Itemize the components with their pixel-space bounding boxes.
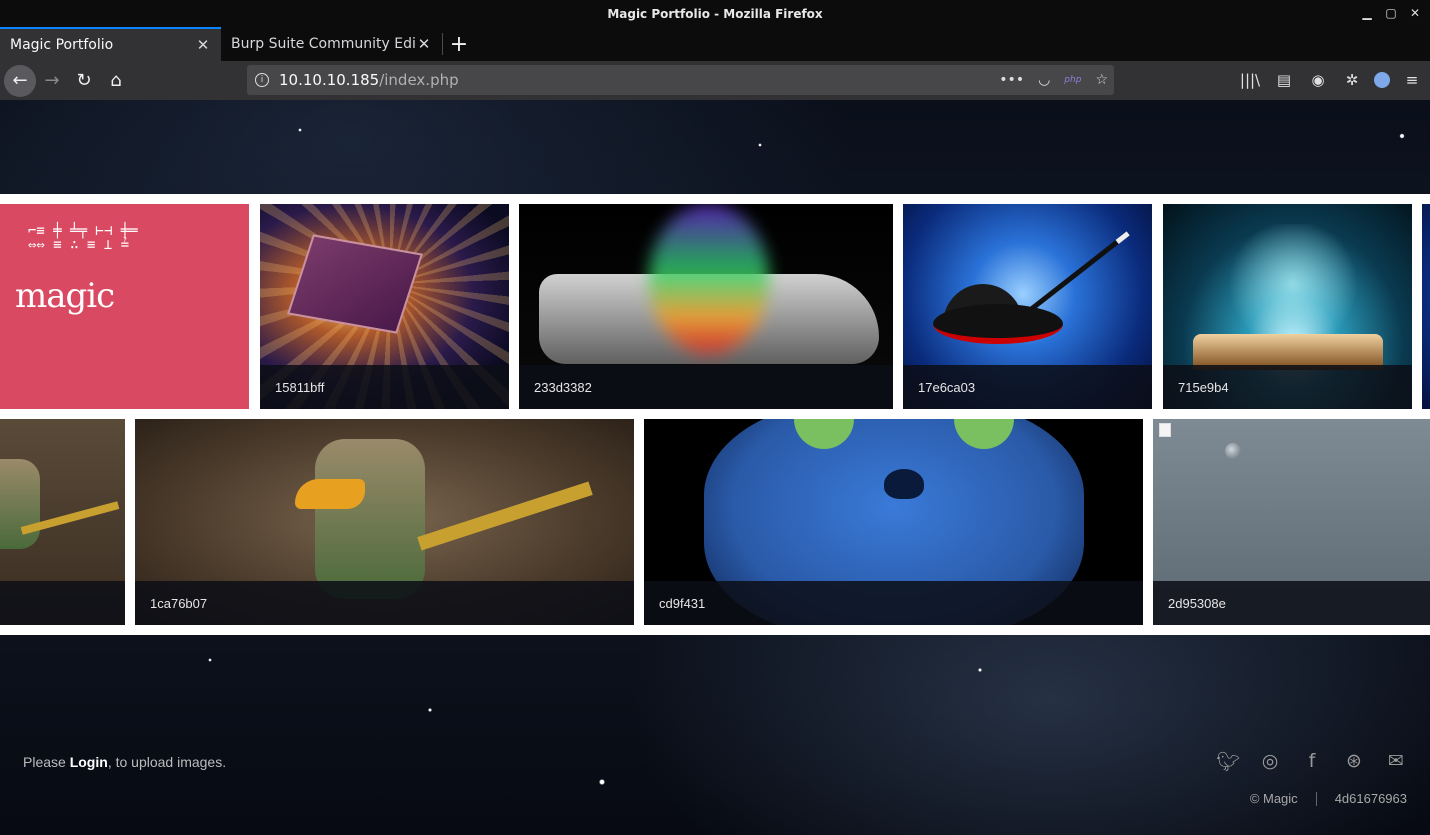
forward-arrow-icon[interactable]: → bbox=[36, 65, 68, 97]
twitter-icon[interactable]: 🐦︎ bbox=[1216, 750, 1240, 773]
tab-bar: Magic Portfolio ✕ Burp Suite Community E… bbox=[0, 27, 1430, 61]
new-tab-icon[interactable]: + bbox=[443, 27, 475, 61]
firefox-window: Magic Portfolio - Mozilla Firefox ▁ ▢ ✕ … bbox=[0, 0, 1430, 835]
login-link[interactable]: Login bbox=[70, 754, 108, 770]
facebook-icon[interactable]: f bbox=[1301, 750, 1323, 772]
gallery-tile[interactable]: 715e9b4 bbox=[1163, 204, 1412, 409]
gallery-tile[interactable]: cd9f431 bbox=[644, 419, 1143, 625]
gallery-tile[interactable]: 1ca76b07 bbox=[135, 419, 634, 625]
close-window-icon[interactable]: ✕ bbox=[1406, 4, 1424, 22]
tab-burp-suite[interactable]: Burp Suite Community Editi ✕ bbox=[221, 27, 442, 61]
copyright-bar: © Magic 4d61676963 bbox=[1250, 791, 1407, 806]
magic-wand-image bbox=[1016, 231, 1130, 322]
toolbar-extensions: |||\ ▤ ◉ ✲ ≡ bbox=[1238, 65, 1424, 95]
email-icon[interactable]: ✉ bbox=[1385, 750, 1407, 772]
tab-magic-portfolio[interactable]: Magic Portfolio ✕ bbox=[0, 27, 221, 61]
upload-prompt-prefix: Please bbox=[23, 754, 70, 770]
reload-icon[interactable]: ↻ bbox=[68, 65, 100, 97]
minimize-icon[interactable]: ▁ bbox=[1358, 4, 1376, 22]
dribbble-icon[interactable]: ⊛ bbox=[1343, 750, 1365, 772]
site-info-icon[interactable]: i bbox=[255, 73, 269, 87]
url-host: 10.10.10.185 bbox=[279, 71, 380, 89]
tab-label: Magic Portfolio bbox=[10, 37, 114, 53]
gallery-row-2: 1ca76b07 cd9f431 2d95308e bbox=[0, 409, 1430, 635]
page-actions-icon[interactable]: ••• bbox=[999, 72, 1024, 88]
cookie-icon[interactable]: ✲ bbox=[1340, 65, 1364, 95]
footer-divider bbox=[1315, 791, 1317, 806]
library-icon[interactable]: |||\ bbox=[1238, 65, 1262, 95]
tab-close-icon[interactable]: ✕ bbox=[416, 35, 432, 53]
tile-caption: 15811bff bbox=[260, 365, 509, 409]
url-actions: ••• ◡ php ☆ bbox=[999, 65, 1108, 95]
bookmark-star-icon[interactable]: ☆ bbox=[1095, 72, 1108, 88]
moon-image bbox=[1225, 443, 1241, 459]
menu-hamburger-icon[interactable]: ≡ bbox=[1400, 65, 1424, 95]
rainbow-smoke-image bbox=[649, 204, 769, 354]
tile-caption: 1ca76b07 bbox=[135, 581, 634, 625]
sidebar-icon[interactable]: ▤ bbox=[1272, 65, 1296, 95]
gallery-tile[interactable]: 233d3382 bbox=[519, 204, 893, 409]
navigation-toolbar: ← → ↻ ⌂ i 10.10.10.185 /index.php ••• ◡ … bbox=[0, 61, 1430, 100]
gallery-tile[interactable]: 2d95308e bbox=[1153, 419, 1430, 625]
magic-logo-text: magic bbox=[15, 276, 115, 316]
window-titlebar: Magic Portfolio - Mozilla Firefox ▁ ▢ ✕ bbox=[0, 0, 1430, 27]
steampunk-duck-image bbox=[0, 459, 40, 549]
steampunk-duck-image bbox=[315, 439, 425, 599]
php-extension-icon[interactable]: php bbox=[1064, 75, 1081, 85]
back-arrow-icon[interactable]: ← bbox=[4, 64, 36, 97]
duck-blaster bbox=[417, 481, 593, 551]
social-links: 🐦︎ ◎ f ⊛ ✉ bbox=[1216, 750, 1407, 773]
sparkle-glow bbox=[1223, 224, 1363, 344]
account-icon[interactable] bbox=[1374, 72, 1390, 88]
container-icon[interactable]: ◉ bbox=[1306, 65, 1330, 95]
footer-hash: 4d61676963 bbox=[1334, 791, 1407, 806]
tab-close-icon[interactable]: ✕ bbox=[195, 36, 211, 54]
gallery-row-1: ⌐≡ ╪ ╧╤ ⊢⊣ ╪═ ⇔⇔ ≡ ∴ ≡ ⊥ ≟ magic 15811bf… bbox=[0, 194, 1430, 419]
url-bar[interactable]: i 10.10.10.185 /index.php ••• ◡ php ☆ bbox=[247, 65, 1114, 95]
gallery-tile[interactable] bbox=[0, 419, 125, 625]
tile-caption: 715e9b4 bbox=[1163, 365, 1412, 409]
glyph-pattern: ⌐≡ ╪ ╧╤ ⊢⊣ ╪═ ⇔⇔ ≡ ∴ ≡ ⊥ ≟ bbox=[28, 223, 138, 253]
upload-prompt-suffix: , to upload images. bbox=[107, 754, 227, 770]
tab-label: Burp Suite Community Editi bbox=[231, 36, 416, 52]
gallery-tile[interactable]: 15811bff bbox=[260, 204, 509, 409]
gallery-tile[interactable]: ⌐≡ ╪ ╧╤ ⊢⊣ ╪═ ⇔⇔ ≡ ∴ ≡ ⊥ ≟ magic bbox=[0, 204, 249, 409]
top-hat-brim bbox=[933, 304, 1063, 344]
window-controls: ▁ ▢ ✕ bbox=[1358, 4, 1424, 22]
broken-image-icon bbox=[1159, 423, 1171, 437]
gallery-tile-partial[interactable] bbox=[1422, 204, 1430, 409]
cat-nose bbox=[884, 469, 924, 499]
pocket-icon[interactable]: ◡ bbox=[1038, 72, 1050, 88]
copyright-text: © Magic bbox=[1249, 791, 1298, 806]
gallery-tile[interactable]: 17e6ca03 bbox=[903, 204, 1152, 409]
tile-caption: 2d95308e bbox=[1153, 581, 1430, 625]
tile-caption bbox=[0, 581, 125, 625]
duck-beak bbox=[295, 479, 365, 509]
tile-caption: 233d3382 bbox=[519, 365, 893, 409]
window-title: Magic Portfolio - Mozilla Firefox bbox=[607, 6, 823, 21]
page-content: ⌐≡ ╪ ╧╤ ⊢⊣ ╪═ ⇔⇔ ≡ ∴ ≡ ⊥ ≟ magic 15811bf… bbox=[0, 100, 1430, 835]
upload-prompt: Please Login, to upload images. bbox=[23, 754, 226, 770]
url-path: /index.php bbox=[379, 71, 459, 89]
maximize-icon[interactable]: ▢ bbox=[1382, 4, 1400, 22]
home-icon[interactable]: ⌂ bbox=[100, 65, 132, 97]
instagram-icon[interactable]: ◎ bbox=[1259, 750, 1281, 772]
tile-caption: 17e6ca03 bbox=[903, 365, 1152, 409]
tile-caption: cd9f431 bbox=[644, 581, 1143, 625]
